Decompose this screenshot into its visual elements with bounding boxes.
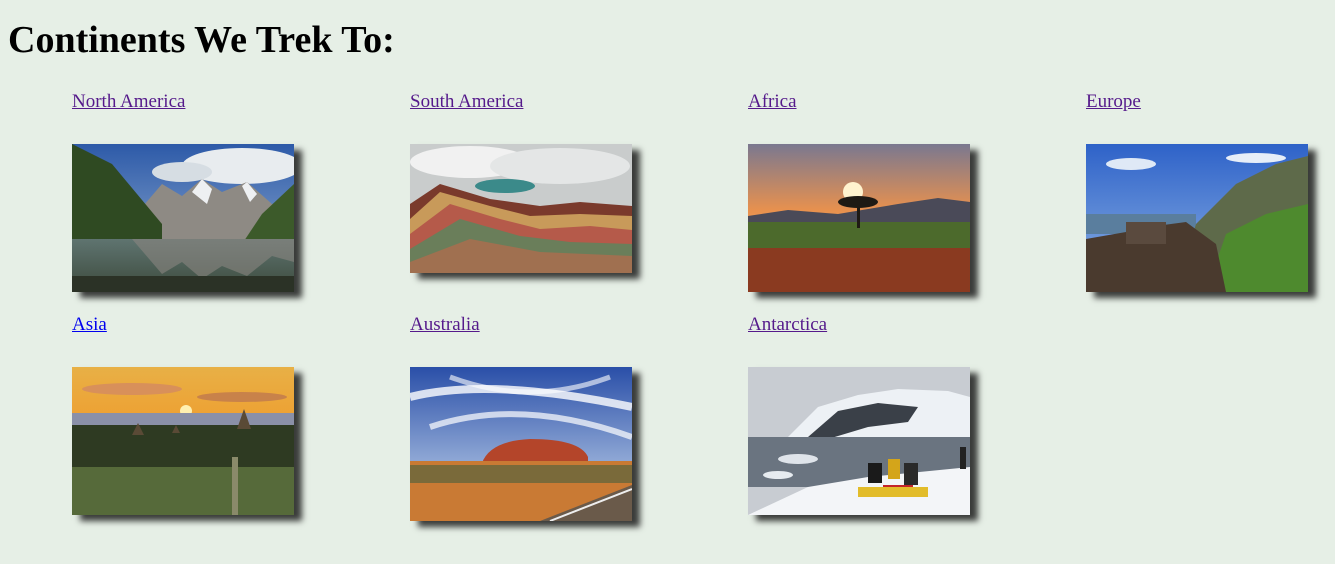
north-america-photo[interactable] bbox=[72, 144, 294, 292]
africa-photo[interactable] bbox=[748, 144, 970, 292]
australia-photo[interactable] bbox=[410, 367, 632, 521]
continent-link-australia[interactable]: Australia bbox=[410, 314, 480, 336]
continent-link-south-america[interactable]: South America bbox=[410, 91, 523, 113]
page-title: Continents We Trek To: bbox=[8, 19, 395, 61]
europe-photo[interactable] bbox=[1086, 144, 1308, 292]
continent-link-asia[interactable]: Asia bbox=[72, 314, 107, 336]
antarctica-photo[interactable] bbox=[748, 367, 970, 515]
continent-link-europe[interactable]: Europe bbox=[1086, 91, 1141, 113]
continent-link-antarctica[interactable]: Antarctica bbox=[748, 314, 827, 336]
continent-link-africa[interactable]: Africa bbox=[748, 91, 797, 113]
asia-photo[interactable] bbox=[72, 367, 294, 515]
continent-link-north-america[interactable]: North America bbox=[72, 91, 185, 113]
south-america-photo[interactable] bbox=[410, 144, 632, 273]
